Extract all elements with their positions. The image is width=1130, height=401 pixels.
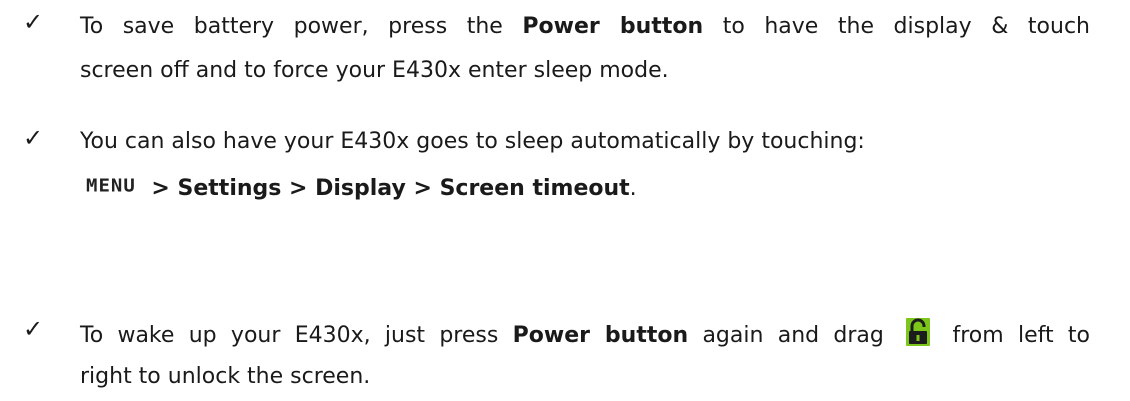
- bullet3-line1: To wake up your E430x, just press Power …: [80, 318, 1090, 351]
- text-segment: To save battery power, press the: [80, 14, 523, 39]
- text-segment: again and drag: [688, 323, 899, 348]
- text-segment: To wake up your E430x, just press: [80, 323, 513, 348]
- unlock-icon: [906, 318, 931, 346]
- menu-key-icon: MENU: [86, 175, 136, 197]
- text-segment: from left to: [938, 323, 1090, 348]
- bullet3-line2: right to unlock the screen.: [80, 364, 371, 389]
- bullet2-line2: MENU > Settings > Display > Screen timeo…: [86, 171, 1096, 204]
- checkmark-icon: ✓: [23, 124, 44, 152]
- text-segment: .: [629, 176, 637, 201]
- bold-power-button: Power button: [512, 323, 689, 348]
- text-segment: to have the display & touch: [703, 14, 1090, 39]
- bullet2-line1: You can also have your E430x goes to sle…: [80, 129, 865, 154]
- checkmark-icon: ✓: [23, 8, 44, 36]
- bold-power-button: Power button: [522, 14, 704, 39]
- bullet1-line1: To save battery power, press the Power b…: [80, 12, 1090, 42]
- settings-path: > Settings > Display > Screen timeout: [143, 176, 630, 201]
- bullet1-line2: screen off and to force your E430x enter…: [80, 58, 669, 83]
- checkmark-icon: ✓: [23, 315, 44, 343]
